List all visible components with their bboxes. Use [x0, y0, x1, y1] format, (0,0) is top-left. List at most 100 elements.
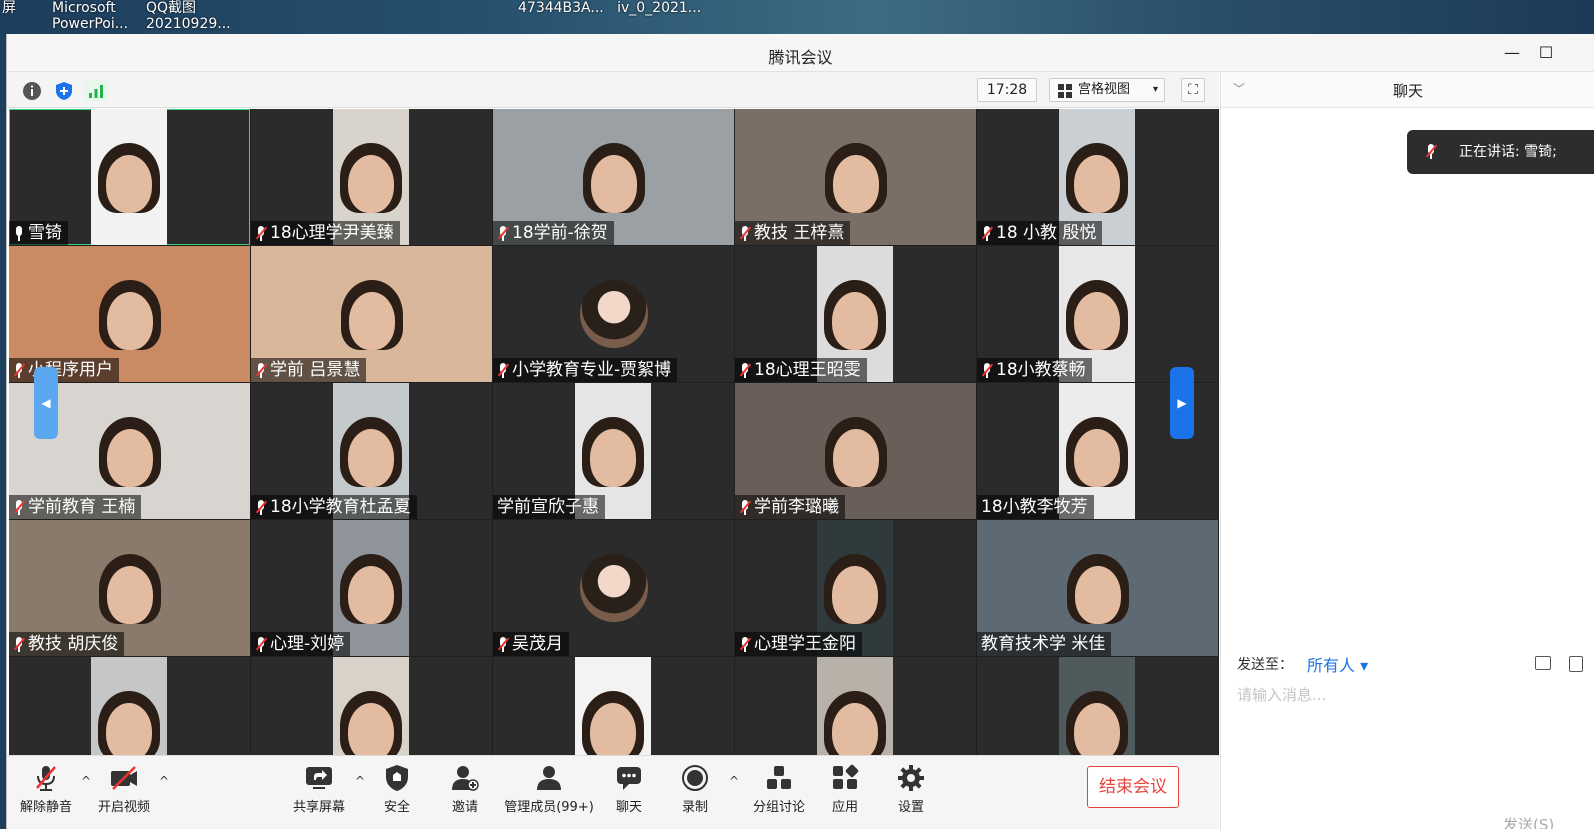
image-icon[interactable]	[1535, 656, 1551, 670]
mic-muted-icon	[497, 636, 510, 653]
unmute-button[interactable]: 解除静音	[19, 764, 73, 815]
participant-tile[interactable]: 18心理学尹美臻	[251, 109, 492, 245]
participant-tile[interactable]: 小学教育专业-贾絮博	[493, 246, 734, 382]
breakout-rooms-button[interactable]: 分组讨论	[751, 764, 807, 815]
manage-members-button[interactable]: 管理成员(99+)	[501, 764, 597, 815]
apps-button[interactable]: 应用	[827, 764, 863, 815]
shield-icon[interactable]	[53, 80, 75, 102]
view-mode-label: 宫格视图	[1078, 82, 1131, 97]
participant-face	[106, 566, 153, 624]
apps-label: 应用	[831, 800, 858, 815]
meeting-toolbar: 17:28 宫格视图 ▾ ⛶	[7, 72, 1219, 108]
participant-face	[1074, 292, 1120, 350]
share-options-caret[interactable]: ^	[355, 774, 365, 788]
mic-muted-icon	[255, 362, 268, 379]
desktop-icon-label[interactable]: Microsoft PowerPoi...	[52, 0, 128, 32]
info-icon[interactable]	[21, 80, 43, 102]
participant-tile[interactable]	[977, 657, 1218, 755]
participant-tile[interactable]: 教技 胡庆俊	[9, 520, 250, 656]
participant-tile[interactable]: 18小教蔡畅	[977, 246, 1218, 382]
video-options-caret[interactable]: ^	[159, 774, 169, 788]
participant-name-bar: 学前李璐曦	[735, 495, 845, 519]
prev-page-button[interactable]: ◀	[34, 367, 58, 439]
chat-button[interactable]: 聊天	[611, 764, 647, 815]
chevron-down-icon: ▾	[1152, 84, 1158, 95]
chat-message-input[interactable]	[1237, 684, 1577, 804]
desktop-icon-label[interactable]: QQ截图 20210929...	[146, 0, 231, 32]
participant-avatar	[579, 554, 648, 622]
participant-tile[interactable]: 心理-刘婷	[251, 520, 492, 656]
participant-tile[interactable]	[9, 657, 250, 755]
participant-face	[106, 292, 153, 350]
participant-face	[832, 292, 878, 350]
send-to-select[interactable]: 所有人 ▾	[1307, 652, 1368, 676]
participant-tile[interactable]: 18小学教育杜孟夏	[251, 383, 492, 519]
participant-tile[interactable]: 学前宣欣子惠	[493, 383, 734, 519]
participant-tile[interactable]	[251, 657, 492, 755]
participant-tile[interactable]: 教技 王梓熹	[735, 109, 976, 245]
maximize-button[interactable]: ☐	[1535, 42, 1557, 64]
window-title: 腾讯会议	[768, 48, 833, 67]
gear-icon	[896, 764, 926, 792]
security-button[interactable]: 安全	[379, 764, 415, 815]
mic-muted-icon	[739, 362, 752, 379]
participant-name: 18小教蔡畅	[996, 360, 1086, 380]
speaking-indicator: 正在讲话: 雪锜;	[1407, 130, 1594, 174]
mic-muted-icon	[497, 225, 510, 242]
mic-muted-icon	[981, 225, 994, 242]
record-label: 录制	[681, 800, 708, 815]
participant-name: 18小学教育杜孟夏	[270, 497, 411, 517]
desktop-icon-label[interactable]: 47344B3A... iv_0_2021...	[518, 0, 701, 16]
participant-tile[interactable]: 18心理王昭雯	[735, 246, 976, 382]
participant-tile[interactable]: 学前 吕景慧	[251, 246, 492, 382]
participant-name-bar: 小学教育专业-贾絮博	[493, 358, 678, 382]
view-mode-select[interactable]: 宫格视图 ▾	[1049, 78, 1165, 102]
participant-name: 学前 吕景慧	[270, 360, 361, 380]
participant-tile[interactable]	[493, 657, 734, 755]
participant-name-bar: 心理学王金阳	[735, 632, 862, 656]
participant-face	[1074, 155, 1120, 213]
participant-tile[interactable]: 教育技术学 米佳	[977, 520, 1218, 656]
participant-name: 心理-刘婷	[270, 634, 345, 654]
security-shield-icon	[382, 764, 412, 792]
record-button[interactable]: 录制	[677, 764, 713, 815]
settings-button[interactable]: 设置	[893, 764, 929, 815]
record-icon	[680, 764, 710, 792]
minimize-button[interactable]: —	[1501, 42, 1523, 64]
participant-tile[interactable]: 18 小教 殷悦	[977, 109, 1218, 245]
title-bar: 腾讯会议 — ☐	[7, 34, 1594, 72]
camera-off-icon	[109, 764, 139, 792]
participant-tile[interactable]: 18学前-徐贺	[493, 109, 734, 245]
mic-icon	[13, 225, 25, 242]
participant-video	[333, 657, 409, 755]
next-page-button[interactable]: ▶	[1170, 367, 1194, 439]
start-video-button[interactable]: 开启视频	[97, 764, 151, 815]
file-icon[interactable]	[1569, 656, 1583, 672]
audio-options-caret[interactable]: ^	[81, 774, 91, 788]
send-button[interactable]: 发送(S)	[1503, 814, 1554, 829]
breakout-label: 分组讨论	[752, 800, 805, 815]
share-screen-button[interactable]: 共享屏幕	[291, 764, 347, 815]
mic-muted-icon	[1425, 143, 1438, 160]
desktop-icon-label[interactable]: 屏	[2, 0, 16, 16]
meeting-clock: 17:28	[977, 78, 1037, 102]
settings-label: 设置	[897, 800, 924, 815]
participant-face	[832, 429, 879, 487]
participant-tile[interactable]	[735, 657, 976, 755]
fullscreen-button[interactable]: ⛶	[1181, 78, 1205, 102]
participant-tile[interactable]: 吴茂月	[493, 520, 734, 656]
start-video-label: 开启视频	[97, 800, 150, 815]
participant-name: 18学前-徐贺	[512, 223, 608, 243]
invite-button[interactable]: 邀请	[447, 764, 483, 815]
participant-name-bar: 18心理学尹美臻	[251, 221, 400, 245]
end-meeting-button[interactable]: 结束会议	[1087, 766, 1179, 808]
participant-tile[interactable]: 学前李璐曦	[735, 383, 976, 519]
members-icon	[534, 764, 564, 792]
participant-tile[interactable]: 小程序用户	[9, 246, 250, 382]
participant-tile[interactable]: 雪锜	[9, 109, 250, 245]
signal-strength-icon[interactable]	[85, 80, 107, 102]
record-options-caret[interactable]: ^	[729, 774, 739, 788]
participant-name-bar: 小程序用户	[9, 358, 119, 382]
participant-name-bar: 18心理王昭雯	[735, 358, 867, 382]
participant-tile[interactable]: 心理学王金阳	[735, 520, 976, 656]
